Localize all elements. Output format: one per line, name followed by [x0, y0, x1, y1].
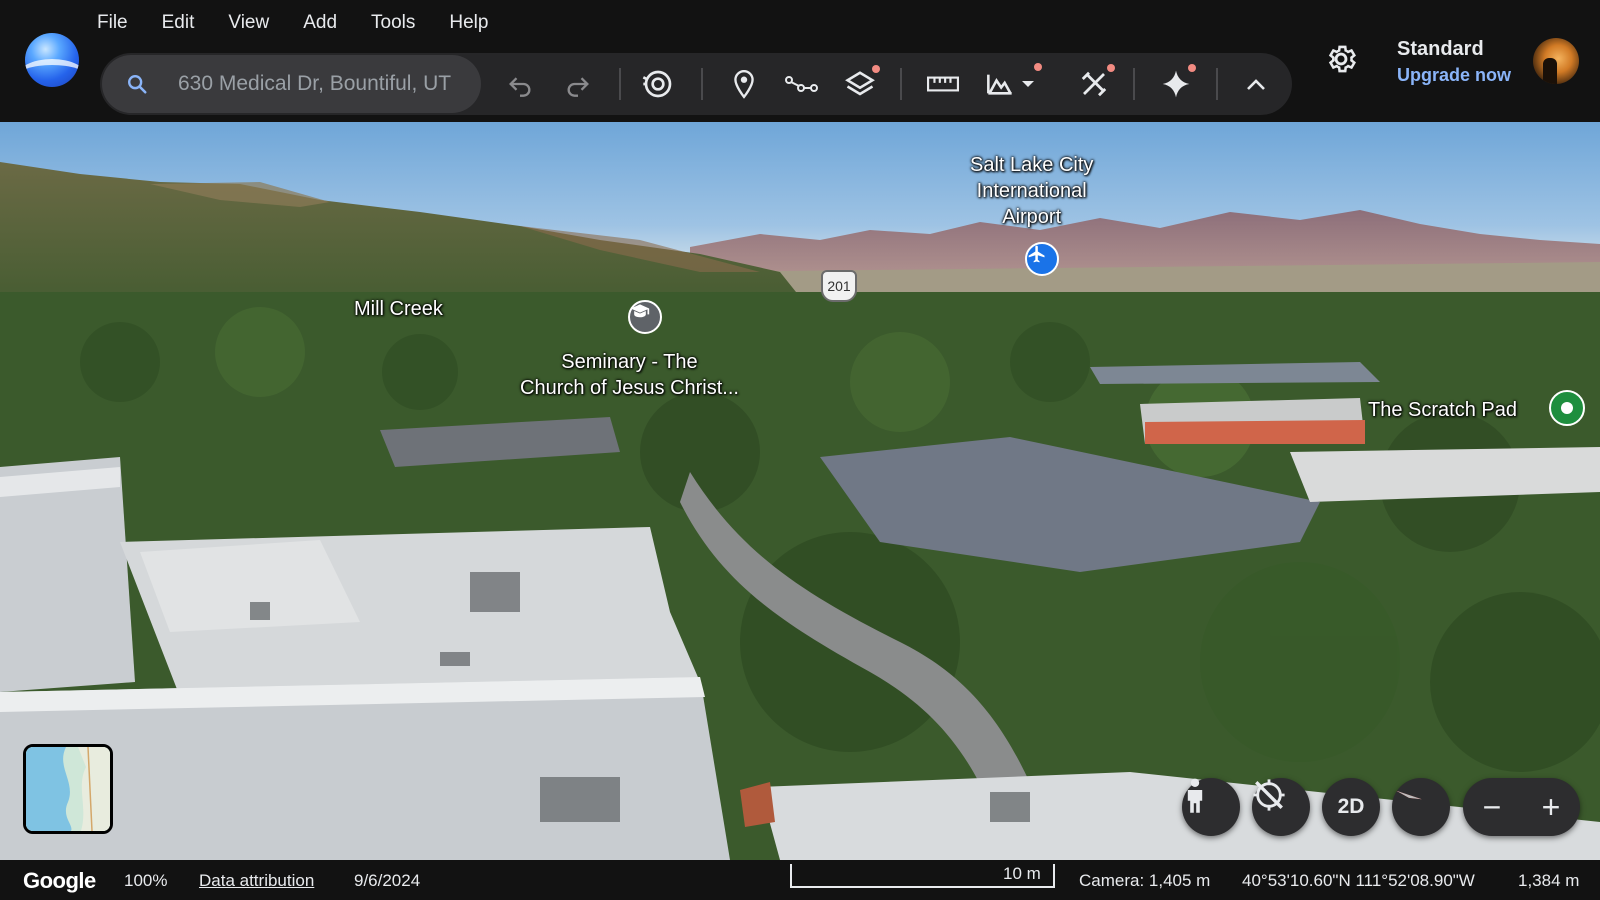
toolbar-divider: [619, 68, 621, 100]
compass-icon: [1396, 790, 1422, 800]
notification-dot: [1107, 64, 1115, 72]
notification-dot: [1034, 63, 1042, 71]
layers-icon[interactable]: [840, 64, 880, 104]
minimap[interactable]: [23, 744, 113, 834]
tools-icon[interactable]: [1074, 64, 1115, 104]
search-icon[interactable]: [126, 73, 148, 100]
zoom-in-button[interactable]: +: [1522, 778, 1580, 836]
top-bar: File Edit View Add Tools Help 630 Medica…: [0, 0, 1600, 122]
tilt-off-icon: [1253, 779, 1285, 811]
seminary-label-line: Seminary - The: [561, 351, 698, 373]
airport-label[interactable]: Salt Lake City International Airport: [970, 152, 1093, 230]
zoom-out-button[interactable]: −: [1463, 778, 1521, 836]
main-toolbar: [100, 53, 1292, 115]
street-view-button[interactable]: [1182, 778, 1240, 836]
placemark-icon[interactable]: [724, 64, 764, 104]
gear-icon[interactable]: [1324, 42, 1358, 81]
menu-add[interactable]: Add: [286, 10, 354, 38]
seminary-label-line: Church of Jesus Christ...: [520, 377, 739, 399]
ai-sparkle-icon[interactable]: [1156, 64, 1196, 104]
notification-dot: [872, 65, 880, 73]
imagery-date: 9/6/2024: [354, 871, 421, 890]
school-pin-icon[interactable]: [628, 300, 662, 334]
search-input[interactable]: [178, 65, 470, 103]
scale-label: 10 m: [1003, 864, 1041, 883]
toolbar-divider: [1133, 68, 1135, 100]
coordinates: 40°53'10.60"N 111°52'08.90"W: [1242, 871, 1475, 890]
menu-file[interactable]: File: [80, 10, 145, 38]
notification-dot: [1188, 64, 1196, 72]
status-bar: Google 100% Data attribution 9/6/2024 10…: [0, 860, 1600, 900]
menu-help[interactable]: Help: [432, 10, 505, 38]
menu-bar: File Edit View Add Tools Help: [80, 10, 505, 38]
mill-creek-label[interactable]: Mill Creek: [354, 296, 443, 322]
terrain-icon[interactable]: [980, 64, 1020, 104]
route-shield: 201: [821, 270, 857, 302]
airport-label-line: Salt Lake City: [970, 154, 1094, 176]
business-pin-icon[interactable]: [1549, 390, 1585, 426]
history-icon[interactable]: [638, 64, 678, 104]
building-wall: [1145, 420, 1365, 444]
roof-accent: [740, 782, 775, 827]
airport-label-line: Airport: [1002, 206, 1062, 228]
toolbar-divider: [1216, 68, 1218, 100]
tilt-toggle-button[interactable]: [1252, 778, 1310, 836]
menu-edit[interactable]: Edit: [145, 10, 212, 38]
airport-pin-icon[interactable]: [1025, 242, 1059, 276]
google-earth-logo[interactable]: [25, 33, 79, 87]
zoom-control: − +: [1463, 778, 1580, 836]
compass-button[interactable]: [1392, 778, 1450, 836]
terrain-render: [0, 162, 1600, 860]
seminary-label[interactable]: Seminary - The Church of Jesus Christ...: [520, 349, 739, 401]
chevron-down-icon[interactable]: [1016, 63, 1042, 104]
collapse-chevron-up-icon[interactable]: [1236, 64, 1276, 104]
toolbar-divider: [900, 68, 902, 100]
redo-icon[interactable]: [558, 64, 598, 104]
avatar[interactable]: [1533, 38, 1579, 84]
path-icon[interactable]: [782, 64, 822, 104]
airport-label-line: International: [976, 180, 1087, 202]
toolbar-divider: [701, 68, 703, 100]
plan-name: Standard: [1397, 38, 1484, 60]
google-brand: Google: [23, 868, 96, 893]
upgrade-link[interactable]: Upgrade now: [1397, 65, 1511, 86]
pin-dot: [1561, 402, 1573, 414]
minimap-render: [26, 747, 110, 831]
elevation: 1,384 m: [1518, 871, 1580, 890]
zoom-level: 100%: [124, 871, 168, 890]
search-box: [102, 55, 481, 113]
measure-icon[interactable]: [923, 64, 963, 104]
pegman-icon: [1187, 778, 1203, 813]
scratch-pad-label[interactable]: The Scratch Pad: [1368, 397, 1517, 423]
camera-altitude: Camera: 1,405 m: [1079, 871, 1211, 890]
undo-icon[interactable]: [500, 64, 540, 104]
2d-toggle-button[interactable]: 2D: [1322, 778, 1380, 836]
menu-view[interactable]: View: [211, 10, 286, 38]
map-view[interactable]: Salt Lake City International Airport 201…: [0, 122, 1600, 860]
menu-tools[interactable]: Tools: [354, 10, 432, 38]
data-attribution-link[interactable]: Data attribution: [199, 871, 314, 891]
